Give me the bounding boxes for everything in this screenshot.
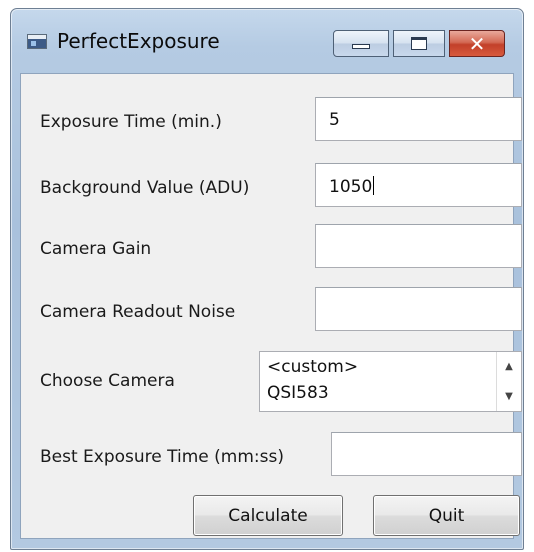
close-button[interactable]: ✕ <box>449 30 505 57</box>
text-caret <box>373 176 375 195</box>
maximize-icon <box>411 37 427 50</box>
camera-gain-label: Camera Gain <box>40 239 152 259</box>
camera-list-scrollbar[interactable]: ▲ ▼ <box>496 352 521 411</box>
exposure-time-value: 5 <box>329 110 340 130</box>
camera-gain-input[interactable] <box>315 224 522 268</box>
background-value-input[interactable]: 1050 <box>315 163 522 207</box>
camera-option-qsi583[interactable]: QSI583 <box>267 383 329 403</box>
form-panel: Exposure Time (min.) 5 Background Value … <box>20 73 522 539</box>
quit-button[interactable]: Quit <box>373 495 520 536</box>
readout-noise-input[interactable] <box>315 287 522 331</box>
app-window: PerfectExposure ✕ Exposure Time (min.) 5… <box>10 8 524 550</box>
exposure-time-input[interactable]: 5 <box>315 97 522 141</box>
best-exposure-output[interactable] <box>331 432 522 476</box>
minimize-icon <box>352 44 370 49</box>
calculate-button[interactable]: Calculate <box>193 495 343 536</box>
exposure-time-label: Exposure Time (min.) <box>40 112 222 132</box>
title-bar[interactable]: PerfectExposure ✕ <box>11 9 523 73</box>
background-value-value: 1050 <box>329 177 373 197</box>
arrow-down-icon[interactable]: ▼ <box>497 382 521 411</box>
maximize-button[interactable] <box>393 30 445 57</box>
app-window-icon[interactable] <box>27 34 47 49</box>
camera-listbox[interactable]: <custom> QSI583 ▲ ▼ <box>259 351 522 412</box>
window-title: PerfectExposure <box>57 29 220 53</box>
best-exposure-label: Best Exposure Time (mm:ss) <box>40 447 284 467</box>
choose-camera-label: Choose Camera <box>40 371 175 391</box>
camera-option-custom[interactable]: <custom> <box>267 357 358 377</box>
close-icon: ✕ <box>468 31 486 56</box>
arrow-up-icon[interactable]: ▲ <box>497 352 521 381</box>
minimize-button[interactable] <box>333 30 389 57</box>
background-value-label: Background Value (ADU) <box>40 178 250 198</box>
readout-noise-label: Camera Readout Noise <box>40 302 236 322</box>
